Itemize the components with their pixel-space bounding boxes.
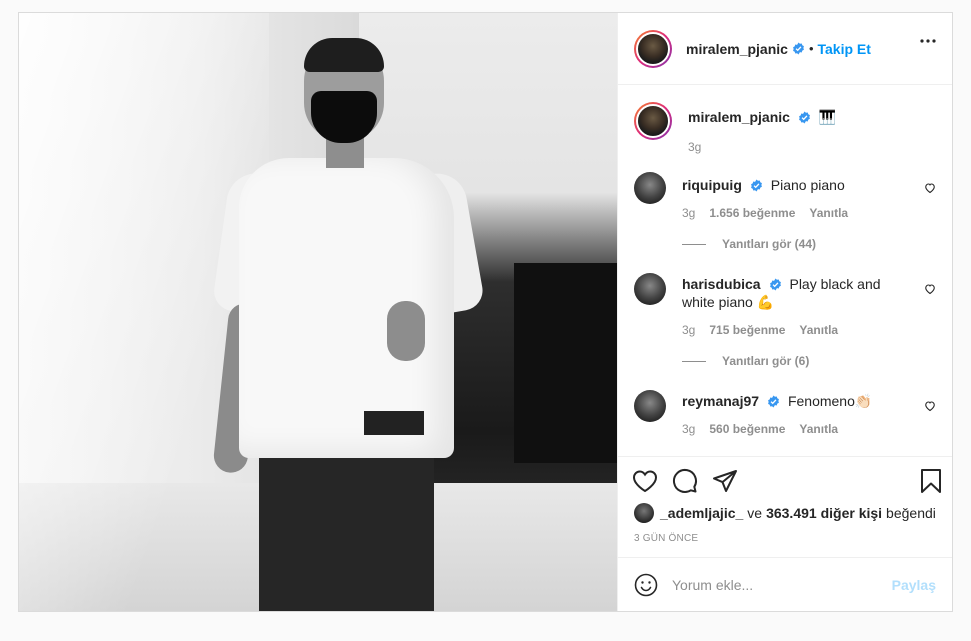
- person-shirt-label: [364, 411, 424, 435]
- share-icon[interactable]: [712, 469, 738, 493]
- view-replies-label: Yanıtları gör (44): [722, 237, 817, 251]
- comment-likes[interactable]: 715 beğenme: [709, 323, 785, 337]
- reply-button[interactable]: Yanıtla: [799, 323, 838, 337]
- verified-badge-icon: [793, 42, 804, 55]
- comment-username[interactable]: riquipuig: [682, 177, 742, 193]
- comment-item: riquipuig Piano piano 3g 1.656 beğenme Y…: [634, 172, 936, 220]
- comment-username[interactable]: harisdubica: [682, 276, 761, 292]
- post-container: miralem_pjanic • Takip Et miralem_pjanic…: [18, 12, 953, 612]
- person-face-mask: [311, 91, 377, 143]
- view-replies-button[interactable]: Yanıtları gör (6): [682, 354, 936, 368]
- reply-button[interactable]: Yanıtla: [799, 422, 838, 436]
- comment-text: Fenomeno👏🏻: [787, 393, 873, 409]
- caption-time: 3g: [688, 140, 702, 154]
- comments-list[interactable]: miralem_pjanic 🎹 3g riquipuig Piano pian…: [618, 86, 952, 456]
- likes-others-count[interactable]: 363.491 diğer kişi: [766, 505, 882, 521]
- liker-username[interactable]: _ademljajic_: [660, 505, 743, 521]
- verified-badge-icon: [769, 278, 781, 291]
- verified-badge-icon: [750, 179, 762, 192]
- likes-connector: ve: [747, 505, 763, 521]
- comment-username[interactable]: reymanaj97: [682, 393, 759, 409]
- likes-summary: _ademljajic_ ve 363.491 diğer kişi beğen…: [618, 497, 952, 523]
- caption-text: 🎹: [818, 109, 837, 125]
- comment-time: 3g: [682, 422, 696, 436]
- caption-username[interactable]: miralem_pjanic: [688, 109, 790, 125]
- photo-background-door: [514, 263, 617, 463]
- header-separator: •: [808, 41, 814, 56]
- likes-suffix: beğendi: [886, 505, 936, 521]
- post-timestamp[interactable]: 3 gün önce: [618, 523, 952, 544]
- emoji-icon[interactable]: [634, 573, 658, 597]
- reply-button[interactable]: Yanıtla: [809, 206, 848, 220]
- comment-item: reymanaj97 Fenomeno👏🏻 3g 560 beğenme Yan…: [634, 390, 936, 436]
- author-username[interactable]: miralem_pjanic: [686, 41, 788, 57]
- replies-divider: [682, 360, 706, 362]
- verified-badge-icon: [768, 395, 779, 408]
- comment-item: harisdubica Play black and white piano 💪…: [634, 273, 936, 337]
- comment-like-heart-icon[interactable]: [924, 283, 936, 295]
- follow-button[interactable]: Takip Et: [818, 41, 871, 57]
- caption-avatar[interactable]: [634, 102, 672, 140]
- liker-avatar[interactable]: [634, 503, 654, 523]
- comment-time: 3g: [682, 323, 696, 337]
- photo-person: [209, 33, 486, 611]
- comment-like-heart-icon[interactable]: [924, 400, 936, 412]
- comment-like-heart-icon[interactable]: [924, 182, 936, 194]
- commenter-avatar[interactable]: [634, 172, 666, 204]
- post-comment-button[interactable]: Paylaş: [892, 577, 936, 593]
- replies-divider: [682, 243, 706, 245]
- commenter-avatar[interactable]: [634, 390, 666, 422]
- post-photo[interactable]: [19, 13, 617, 611]
- action-icons: [618, 457, 952, 497]
- caption: miralem_pjanic 🎹 3g: [634, 102, 936, 154]
- comment-icon[interactable]: [672, 468, 698, 494]
- comment-text: Piano piano: [770, 177, 845, 193]
- view-replies-button[interactable]: Yanıtları gör (44): [682, 237, 936, 251]
- view-replies-label: Yanıtları gör (6): [722, 354, 810, 368]
- post-header: miralem_pjanic • Takip Et: [618, 13, 952, 85]
- add-comment-bar: Paylaş: [618, 557, 952, 611]
- person-pants: [259, 443, 434, 611]
- author-avatar[interactable]: [634, 29, 672, 68]
- comment-time: 3g: [682, 206, 696, 220]
- person-hair: [304, 38, 384, 72]
- more-options-icon[interactable]: [920, 39, 936, 43]
- verified-badge-icon: [799, 111, 810, 124]
- commenter-avatar[interactable]: [634, 273, 666, 305]
- comment-likes[interactable]: 1.656 beğenme: [709, 206, 795, 220]
- person-thumbs-up-hand: [387, 301, 425, 361]
- comment-input[interactable]: [672, 576, 892, 593]
- comment-likes[interactable]: 560 beğenme: [709, 422, 785, 436]
- post-sidebar: miralem_pjanic • Takip Et miralem_pjanic…: [617, 13, 952, 611]
- bookmark-icon[interactable]: [920, 468, 942, 494]
- heart-icon[interactable]: [632, 469, 658, 493]
